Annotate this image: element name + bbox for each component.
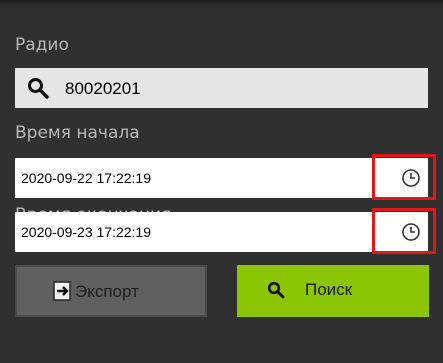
search-button[interactable]: Поиск [237, 265, 429, 317]
radio-search-field[interactable] [15, 68, 428, 108]
panel-top-edge [0, 0, 443, 6]
search-button-label: Поиск [305, 280, 353, 299]
start-time-input[interactable] [21, 166, 351, 190]
search-icon [27, 77, 49, 99]
filter-panel: Радио Время начала Время окончания [0, 0, 443, 363]
start-time-field[interactable] [15, 154, 436, 200]
clock-icon [402, 169, 420, 187]
start-time-label: Время начала [15, 123, 140, 143]
export-button-label: Экспорт [75, 282, 139, 301]
radio-input[interactable] [65, 76, 405, 102]
end-time-field[interactable] [15, 208, 436, 254]
radio-label: Радио [15, 35, 69, 55]
clock-icon [402, 223, 420, 241]
export-icon [53, 281, 75, 306]
end-time-picker-button[interactable] [372, 208, 436, 254]
search-icon [267, 281, 285, 304]
end-time-input[interactable] [21, 220, 351, 244]
export-button[interactable]: Экспорт [15, 265, 207, 317]
start-time-picker-button[interactable] [372, 154, 436, 200]
